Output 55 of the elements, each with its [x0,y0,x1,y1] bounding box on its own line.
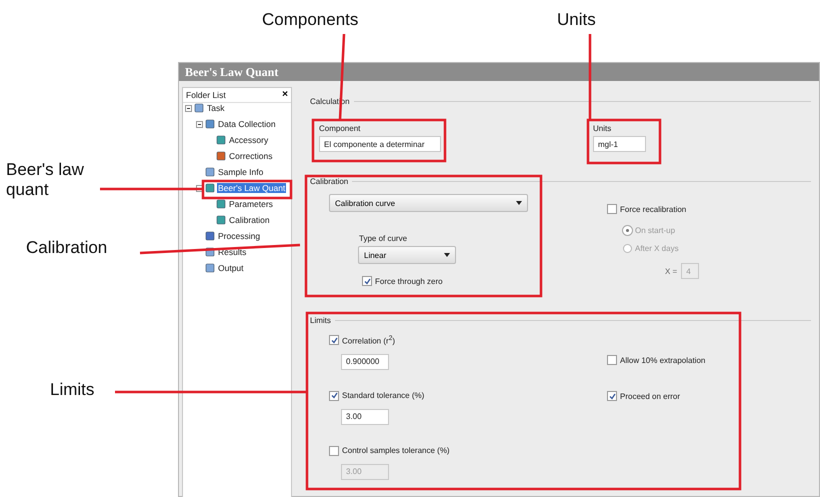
check-icon [608,392,616,400]
limit-field[interactable]: 3.00 [341,408,389,425]
caret-icon [444,253,450,257]
checkbox[interactable]: Correlation (r$^{2}$) [329,335,607,346]
tree-node-icon [216,199,226,209]
tree-item[interactable]: Sample Info [217,167,264,177]
tree-item[interactable]: Beer's Law Quant [217,183,286,193]
limit-field[interactable]: 0.900000 [341,354,389,370]
field-label: Component [319,124,362,133]
callout-label: Components [262,10,358,30]
tree-node-icon [205,167,215,177]
curve-type-dropdown[interactable]: Linear [358,246,456,264]
component-field[interactable]: El componente a determinar [319,136,441,152]
check-icon [364,278,370,284]
tree-node-icon [216,151,226,161]
tree-node-icon [205,263,215,273]
tree-node-icon [216,135,226,145]
close-button[interactable]: × [282,90,288,100]
checkbox[interactable]: Standard tolerance (%) [329,390,607,401]
checkbox[interactable]: Force through zero [362,276,607,286]
field-label: X = [665,266,678,276]
check-icon [330,392,338,400]
tree-node-icon [194,103,204,113]
tree-item[interactable]: Corrections [228,151,274,161]
tree-node-icon [205,183,215,193]
callout-label: Beer's law quant [6,160,85,201]
tree-item[interactable]: Output [217,263,245,273]
callout-label: Calibration [26,238,108,258]
callout-label: Limits [50,380,94,400]
units-field[interactable]: mgl-1 [593,136,646,152]
tree-item[interactable]: Data Collection [217,119,277,129]
window-title: Beer's Law Quant [179,63,819,81]
checkbox[interactable]: Allow 10% extrapolation [607,355,706,365]
section-title: Limits [310,316,331,325]
tree-item[interactable]: Task [206,103,226,113]
checkbox[interactable]: Force recalibration [607,204,700,214]
callout-label: Units [557,10,596,30]
tree-node-icon [216,215,226,225]
tree-item[interactable]: Parameters [228,199,274,209]
collapse-icon[interactable] [196,120,203,128]
check-icon [330,336,338,344]
field-label: Units [593,124,612,133]
panel-title: Folder List [186,90,226,100]
section-title: Calibration [310,177,348,186]
tree-item[interactable]: Processing [217,231,262,241]
tree-node-icon [205,231,215,241]
caret-icon [516,201,522,205]
checkbox[interactable]: Proceed on error [607,391,706,401]
tree-node-icon [205,119,215,129]
collapse-icon[interactable] [185,104,192,112]
field-label: Type of curve [359,234,408,243]
checkbox[interactable]: Control samples tolerance (%) [329,446,607,456]
calibration-dropdown[interactable]: Calibration curve [329,194,528,212]
tree-item[interactable]: Calibration [228,215,271,225]
tree-item[interactable]: Accessory [228,135,270,145]
